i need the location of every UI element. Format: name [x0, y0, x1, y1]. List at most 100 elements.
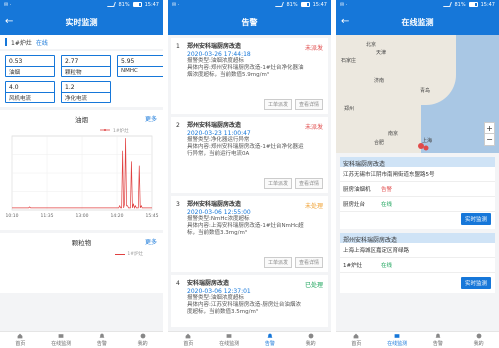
- tab-home[interactable]: 首页: [336, 332, 377, 348]
- alarm-type: 报警类型:NmHc浓度超标: [187, 216, 250, 222]
- more-link[interactable]: 更多: [145, 237, 157, 246]
- realtime-monitor-button[interactable]: 实时监测: [460, 213, 491, 225]
- view-detail-button[interactable]: 查看详情: [294, 178, 323, 189]
- notification-icon: ✉ ⋅: [4, 1, 12, 8]
- tab-monitor[interactable]: 在线监测: [209, 332, 250, 348]
- tab-label: 在线监测: [387, 341, 408, 347]
- app-bar: 告警: [168, 9, 331, 35]
- alarm-card[interactable]: 2 郑州安科瑞厨房改造 2020-03-23 11:00:47 报警类型:净化器…: [171, 117, 328, 193]
- tab-alarm[interactable]: 告警: [82, 332, 123, 348]
- tab-mine[interactable]: 我的: [290, 332, 331, 348]
- realtime-monitor-button[interactable]: 实时监测: [460, 277, 491, 289]
- metric-tile: 0.53 油烟: [5, 55, 55, 77]
- map-view[interactable]: 北京 天津 石家庄 济南 郑州 南京 合肥 上海 青岛 + −: [336, 35, 499, 153]
- battery-icon: [300, 2, 310, 7]
- page-title: 在线监测: [401, 17, 434, 27]
- x-tick-label: 10:10: [6, 213, 19, 219]
- alarm-index: 1: [176, 43, 180, 50]
- device-name: 厨房油烟机: [343, 187, 371, 193]
- screen-realtime-monitor: ✉ ⋅ 81% 15:47 ← 实时监测 1#炉灶 在线 0.53 油烟 2.77 颗…: [0, 0, 163, 348]
- notification-icon: ✉ ⋅: [340, 1, 348, 8]
- metric-tile: 2.77 颗粒物: [61, 55, 111, 77]
- alarm-date: 2020-03-23 11:00:47: [187, 130, 251, 137]
- tab-mine[interactable]: 我的: [458, 332, 499, 348]
- legend-label: 1#炉灶: [127, 252, 143, 257]
- dispatch-button[interactable]: 工单派发: [263, 99, 292, 110]
- metric-label: 颗粒物: [62, 66, 110, 76]
- map-label: 天津: [376, 50, 387, 56]
- metric-tile: 1.2 净化电流: [61, 81, 111, 103]
- zoom-out-button[interactable]: −: [485, 134, 494, 145]
- alarm-card[interactable]: 1 郑州安科瑞厨房改造 2020-03-26 17:44:18 报警类型:油烟浓…: [171, 38, 328, 114]
- tab-home[interactable]: 首页: [0, 332, 41, 348]
- tab-label: 告警: [264, 341, 275, 347]
- tab-label: 告警: [96, 341, 107, 347]
- alarm-list: 1 郑州安科瑞厨房改造 2020-03-26 17:44:18 报警类型:油烟浓…: [168, 35, 331, 331]
- tab-label: 首页: [351, 341, 362, 347]
- tab-alarm[interactable]: 告警: [418, 332, 459, 348]
- view-detail-button[interactable]: 查看详情: [294, 257, 323, 268]
- tab-mine[interactable]: 我的: [122, 332, 163, 348]
- back-arrow-icon[interactable]: ←: [341, 16, 349, 27]
- x-tick-label: 13:00: [76, 213, 89, 219]
- alarm-type: 报警类型:净化器运行异常: [187, 137, 250, 143]
- tab-home[interactable]: 首页: [168, 332, 209, 348]
- device-row: 厨房油烟机 告警: [340, 182, 495, 197]
- alarm-detail: 标，当前数值3.3mg/m³: [187, 230, 248, 236]
- metric-tile: 5.95 NMHC: [117, 55, 163, 77]
- alarm-detail: 具体内容:江苏安科瑞厨房改造-厨房灶台油烟浓: [187, 302, 301, 308]
- tab-label: 告警: [432, 341, 443, 347]
- metric-tile: 4.0 风机电流: [5, 81, 55, 103]
- alarm-card[interactable]: 4 安科瑞厨房改造 2020-03-06 12:37:01 报警类型:油烟浓度超…: [171, 275, 328, 327]
- device-row: 厨房灶台 在线: [340, 197, 495, 212]
- user-icon: [140, 333, 146, 339]
- tab-label: 首页: [183, 341, 194, 347]
- bell-icon: [267, 333, 273, 338]
- tab-label: 在线监测: [219, 341, 240, 347]
- home-icon: [353, 333, 359, 339]
- device-row[interactable]: 1#炉灶 在线: [0, 35, 163, 49]
- view-detail-button[interactable]: 查看详情: [294, 99, 323, 110]
- chart-card-particulate: 颗粒物 更多 1#炉灶: [0, 233, 163, 293]
- map-marker-icon[interactable]: [416, 141, 430, 153]
- chart-title: 颗粒物: [71, 239, 92, 247]
- tab-bar: 首页 在线监测 告警 我的: [0, 331, 163, 348]
- tab-monitor[interactable]: 在线监测: [41, 332, 82, 348]
- x-tick-label: 15:45: [146, 213, 159, 219]
- page-title: 告警: [241, 17, 258, 27]
- alarm-title: 郑州安科瑞厨房改造: [187, 43, 242, 50]
- chart-legend: 1#炉灶: [115, 251, 143, 257]
- status-badge: 已处理: [304, 282, 323, 289]
- map-label: 郑州: [344, 106, 355, 112]
- clock: 15:47: [144, 1, 159, 8]
- back-arrow-icon[interactable]: ←: [5, 16, 13, 27]
- alarm-index: 4: [176, 280, 180, 287]
- signal-icon: [107, 2, 117, 7]
- metric-label: NMHC: [118, 66, 163, 76]
- dispatch-button[interactable]: 工单派发: [263, 257, 292, 268]
- home-icon: [17, 333, 23, 339]
- tab-alarm[interactable]: 告警: [250, 332, 291, 348]
- online-content: 北京 天津 石家庄 济南 郑州 南京 合肥 上海 青岛 + − 安科瑞厨房改造 …: [336, 35, 499, 331]
- site-address: 江苏无锡市江阴市南闸街道东盟路5号: [340, 167, 495, 182]
- device-status: 在线: [35, 39, 48, 47]
- bell-icon: [435, 333, 441, 338]
- alarm-date: 2020-03-06 12:55:00: [187, 209, 251, 216]
- alarm-card[interactable]: 3 郑州安科瑞厨房改造 2020-03-06 12:55:00 报警类型:NmH…: [171, 196, 328, 272]
- battery-percent: 81%: [118, 1, 130, 8]
- site-name: 郑州安科瑞厨房改造: [340, 233, 495, 244]
- user-icon: [308, 333, 314, 339]
- dispatch-button[interactable]: 工单派发: [263, 178, 292, 189]
- alarm-date: 2020-03-06 12:37:01: [187, 288, 251, 295]
- tab-monitor[interactable]: 在线监测: [377, 332, 418, 348]
- alarm-detail: 具体内容:郑州安科瑞厨房改造-1#灶台净化器油: [187, 65, 304, 71]
- map-label: 济南: [374, 78, 385, 84]
- status-badge: 未处理: [304, 203, 323, 210]
- tab-label: 在线监测: [51, 341, 72, 347]
- metric-label: 风机电流: [6, 92, 54, 102]
- metric-value: 5.95: [121, 58, 135, 65]
- alarm-index: 2: [176, 122, 180, 129]
- status-badge: 未派发: [304, 45, 323, 52]
- zoom-in-button[interactable]: +: [485, 123, 494, 134]
- alarm-detail: 度超标，当前数值3.5mg/m³: [187, 309, 259, 315]
